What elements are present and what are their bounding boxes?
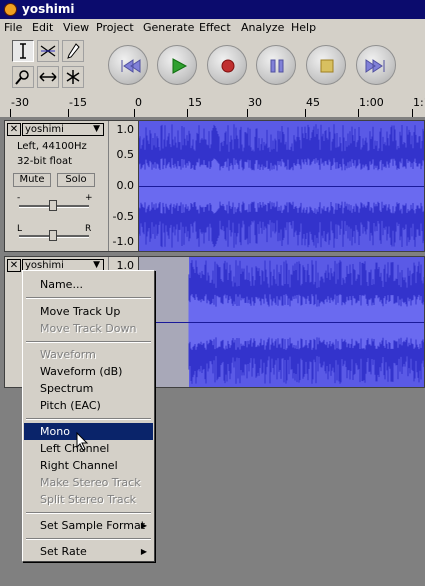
menu-edit[interactable]: Edit [32,21,53,34]
zero-line [139,186,424,187]
draw-tool-icon[interactable] [62,40,84,62]
menu-item-set-rate[interactable]: Set Rate ▶ [24,543,153,560]
close-track-icon[interactable]: ✕ [7,259,21,272]
ruler-tick [134,109,135,117]
ruler-tick [412,109,413,117]
track-context-menu: Name... Move Track Up Move Track Down Wa… [22,270,155,562]
amplitude-scale: 1.0 0.5 0.0 -0.5 -1.0 [109,121,139,251]
pause-icon[interactable] [256,45,296,85]
menu-item-label: Set Rate [40,545,87,558]
solo-button[interactable]: Solo [57,173,95,187]
menu-generate[interactable]: Generate [143,21,194,34]
record-icon[interactable] [207,45,247,85]
menu-bar: File Edit View Project Generate Effect A… [0,19,425,37]
ruler-label: 45 [306,96,320,109]
envelope-tool-icon[interactable] [37,40,59,62]
scale-label: 0.0 [116,179,135,192]
menu-file[interactable]: File [4,21,22,34]
play-icon[interactable] [157,45,197,85]
menu-item-label: Set Sample Format [40,519,146,532]
dropdown-arrow-icon: ▼ [93,124,100,134]
menu-effect[interactable]: Effect [199,21,231,34]
ruler-label: -30 [11,96,29,109]
scale-label: 1.0 [116,123,135,136]
ruler-tick [68,109,69,117]
submenu-arrow-icon: ▶ [140,547,147,556]
menu-item-name[interactable]: Name... [24,276,153,293]
pan-slider-thumb[interactable] [49,230,57,241]
multi-tool-icon[interactable] [62,66,84,88]
skip-end-icon[interactable] [356,45,396,85]
skip-start-icon[interactable] [108,45,148,85]
ruler-label: 15 [188,96,202,109]
scale-label: -0.5 [112,210,134,223]
track-name: yoshimi [25,124,64,135]
timeline-ruler[interactable]: -30 -15 0 15 30 45 1:00 1:15 [0,93,425,118]
menu-item-spectrum[interactable]: Spectrum [24,380,153,397]
menu-item-right-channel[interactable]: Right Channel [24,457,153,474]
waveform-display[interactable] [139,257,424,387]
ruler-tick [358,109,359,117]
menu-item-waveform-db[interactable]: Waveform (dB) [24,363,153,380]
track-format-info: 32-bit float [17,156,73,167]
toolbar [0,37,425,94]
menu-item-waveform[interactable]: Waveform [24,346,153,363]
menu-item-pitch[interactable]: Pitch (EAC) [24,397,153,414]
menu-analyze[interactable]: Analyze [241,21,284,34]
gain-minus-label: - [17,193,21,203]
menu-separator [26,418,151,420]
pan-right-label: R [85,224,92,234]
ruler-label: 1:15 [413,96,425,109]
menu-separator [26,538,151,540]
ruler-label: 0 [135,96,142,109]
menu-project[interactable]: Project [96,21,134,34]
title-bar: yoshimi [0,0,425,19]
gain-plus-label: + [85,193,93,203]
ruler-tick [10,109,11,117]
ruler-label: -15 [69,96,87,109]
scale-label: -1.0 [112,235,134,248]
menu-item-set-sample-format[interactable]: Set Sample Format ▶ [24,517,153,534]
zero-line [139,322,424,323]
stop-icon[interactable] [306,45,346,85]
menu-separator [26,297,151,299]
selection-tool-icon[interactable] [12,40,34,62]
gain-slider-thumb[interactable] [49,200,57,211]
app-icon [4,3,17,16]
menu-help[interactable]: Help [291,21,316,34]
menu-separator [26,512,151,514]
timeshift-tool-icon[interactable] [37,66,59,88]
ruler-tick [305,109,306,117]
zoom-tool-icon[interactable] [12,66,34,88]
track-name-menu-button[interactable]: yoshimi ▼ [22,123,104,136]
menu-item-move-track-down[interactable]: Move Track Down [24,320,153,337]
mute-button[interactable]: Mute [13,173,51,187]
menu-view[interactable]: View [63,21,89,34]
menu-item-make-stereo-track[interactable]: Make Stereo Track [24,474,153,491]
waveform-display[interactable] [139,121,424,251]
track-control-panel: ✕ yoshimi ▼ Left, 44100Hz 32-bit float M… [5,121,109,251]
ruler-tick [247,109,248,117]
submenu-arrow-icon: ▶ [140,521,147,530]
pan-left-label: L [17,224,23,234]
menu-separator [26,341,151,343]
audio-track-left[interactable]: ✕ yoshimi ▼ Left, 44100Hz 32-bit float M… [4,120,425,252]
window-title: yoshimi [22,2,75,16]
close-track-icon[interactable]: ✕ [7,123,21,136]
menu-item-move-track-up[interactable]: Move Track Up [24,303,153,320]
track-rate-info: Left, 44100Hz [17,141,87,152]
scale-label: 0.5 [116,148,135,161]
ruler-label: 30 [248,96,262,109]
ruler-tick [187,109,188,117]
mouse-pointer-icon [76,432,89,451]
menu-item-split-stereo-track[interactable]: Split Stereo Track [24,491,153,508]
ruler-label: 1:00 [359,96,384,109]
